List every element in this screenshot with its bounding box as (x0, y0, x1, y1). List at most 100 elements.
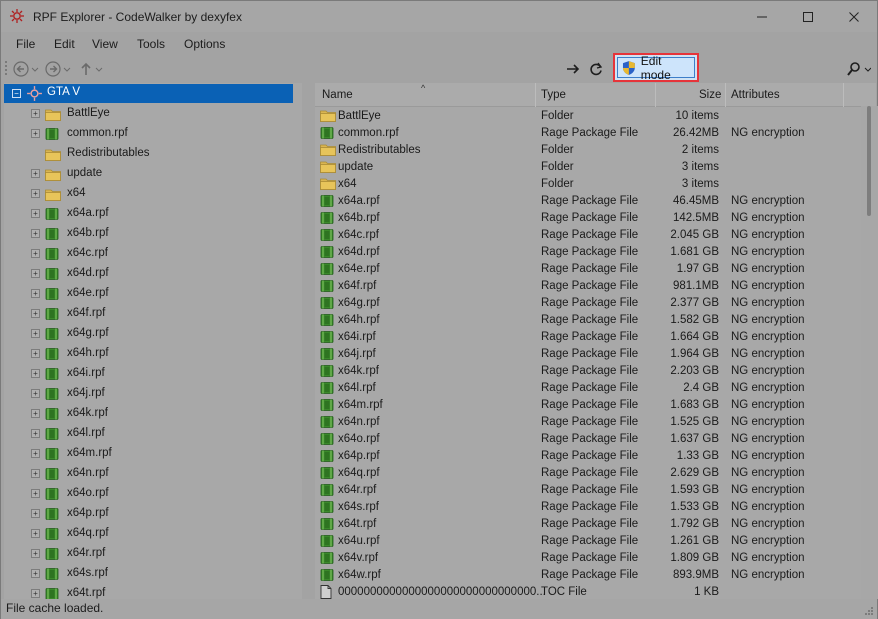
collapse-icon[interactable]: − (12, 89, 21, 98)
pane-splitter[interactable] (303, 83, 315, 599)
expand-icon[interactable]: + (31, 369, 40, 378)
tree-root-item[interactable]: − GTA V (4, 84, 293, 103)
list-row[interactable]: Redistributables Folder 2 items (315, 142, 860, 159)
back-button[interactable] (11, 59, 41, 78)
list-row[interactable]: 0000000000000000000000000000000... TOC Fi… (315, 584, 860, 599)
tree-item[interactable]: + x64j.rpf (4, 384, 302, 404)
expand-icon[interactable]: + (31, 429, 40, 438)
list-row[interactable]: update Folder 3 items (315, 159, 860, 176)
list-row[interactable]: common.rpf Rage Package File 26.42MB NG enc… (315, 125, 860, 142)
expand-icon[interactable]: + (31, 509, 40, 518)
tree-item[interactable]: Redistributables (4, 144, 302, 164)
expand-icon[interactable]: + (31, 309, 40, 318)
tree-item[interactable]: + BattlEye (4, 104, 302, 124)
list-row[interactable]: x64c.rpf Rage Package File 2.045 GB NG encr… (315, 227, 860, 244)
tree-item[interactable]: + x64d.rpf (4, 264, 302, 284)
expand-icon[interactable]: + (31, 389, 40, 398)
expand-icon[interactable]: + (31, 109, 40, 118)
expand-icon[interactable]: + (31, 589, 40, 598)
expand-icon[interactable]: + (31, 269, 40, 278)
scroll-thumb[interactable] (867, 106, 871, 216)
up-button[interactable] (75, 59, 105, 78)
list-row[interactable]: x64k.rpf Rage Package File 2.203 GB NG encr… (315, 363, 860, 380)
expand-icon[interactable]: + (31, 569, 40, 578)
file-list[interactable]: ^ Name Type Size Attributes BattlEye Fold… (315, 83, 876, 599)
go-button[interactable] (564, 59, 582, 78)
list-row[interactable]: x64q.rpf Rage Package File 2.629 GB NG encr… (315, 465, 860, 482)
resize-grip-icon[interactable] (864, 606, 874, 616)
list-row[interactable]: x64a.rpf Rage Package File 46.45MB NG encry… (315, 193, 860, 210)
tree-item[interactable]: + x64p.rpf (4, 504, 302, 524)
tree-item[interactable]: + x64t.rpf (4, 584, 302, 599)
list-row[interactable]: x64t.rpf Rage Package File 1.792 GB NG encr… (315, 516, 860, 533)
list-row[interactable]: x64v.rpf Rage Package File 1.809 GB NG encr… (315, 550, 860, 567)
list-row[interactable]: x64f.rpf Rage Package File 981.1MB NG encry… (315, 278, 860, 295)
menu-tools[interactable]: Tools (137, 37, 165, 51)
column-divider[interactable] (535, 83, 536, 107)
list-row[interactable]: x64r.rpf Rage Package File 1.593 GB NG encr… (315, 482, 860, 499)
expand-icon[interactable]: + (31, 329, 40, 338)
list-row[interactable]: x64e.rpf Rage Package File 1.97 GB NG encry… (315, 261, 860, 278)
column-type[interactable]: Type (541, 89, 566, 101)
refresh-button[interactable] (587, 59, 605, 78)
tree-item[interactable]: + x64b.rpf (4, 224, 302, 244)
menu-view[interactable]: View (92, 37, 118, 51)
tree-item[interactable]: + x64g.rpf (4, 324, 302, 344)
list-row[interactable]: x64l.rpf Rage Package File 2.4 GB NG encryp… (315, 380, 860, 397)
expand-icon[interactable]: + (31, 449, 40, 458)
list-row[interactable]: x64h.rpf Rage Package File 1.582 GB NG encr… (315, 312, 860, 329)
expand-icon[interactable]: + (31, 129, 40, 138)
tree-item[interactable]: + x64n.rpf (4, 464, 302, 484)
minimize-button[interactable] (739, 1, 785, 32)
expand-icon[interactable]: + (31, 209, 40, 218)
expand-icon[interactable]: + (31, 549, 40, 558)
expand-icon[interactable]: + (31, 529, 40, 538)
tree-item[interactable]: + x64 (4, 184, 302, 204)
tree-item[interactable]: + x64s.rpf (4, 564, 302, 584)
list-row[interactable]: x64i.rpf Rage Package File 1.664 GB NG encr… (315, 329, 860, 346)
column-size[interactable]: Size (699, 89, 721, 101)
tree-item[interactable]: + x64a.rpf (4, 204, 302, 224)
list-row[interactable]: x64s.rpf Rage Package File 1.533 GB NG encr… (315, 499, 860, 516)
tree-item[interactable]: + x64i.rpf (4, 364, 302, 384)
vertical-scrollbar[interactable] (861, 106, 878, 599)
list-row[interactable]: x64m.rpf Rage Package File 1.683 GB NG encr… (315, 397, 860, 414)
list-row[interactable]: x64j.rpf Rage Package File 1.964 GB NG encr… (315, 346, 860, 363)
folder-tree[interactable]: + BattlEye + common.rpf Redistributables + upd… (4, 83, 302, 599)
list-row[interactable]: x64d.rpf Rage Package File 1.681 GB NG encr… (315, 244, 860, 261)
tree-item[interactable]: + x64h.rpf (4, 344, 302, 364)
column-divider[interactable] (655, 83, 656, 107)
tree-item[interactable]: + update (4, 164, 302, 184)
close-button[interactable] (831, 1, 877, 32)
tree-item[interactable]: + x64k.rpf (4, 404, 302, 424)
list-row[interactable]: BattlEye Folder 10 items (315, 108, 860, 125)
column-divider[interactable] (725, 83, 726, 107)
list-row[interactable]: x64n.rpf Rage Package File 1.525 GB NG encr… (315, 414, 860, 431)
tree-item[interactable]: + x64f.rpf (4, 304, 302, 324)
expand-icon[interactable]: + (31, 189, 40, 198)
expand-icon[interactable]: + (31, 229, 40, 238)
expand-icon[interactable]: + (31, 469, 40, 478)
expand-icon[interactable]: + (31, 349, 40, 358)
list-row[interactable]: x64g.rpf Rage Package File 2.377 GB NG encr… (315, 295, 860, 312)
column-attributes[interactable]: Attributes (731, 89, 780, 101)
tree-item[interactable]: + x64e.rpf (4, 284, 302, 304)
tree-item[interactable]: + x64l.rpf (4, 424, 302, 444)
expand-icon[interactable]: + (31, 409, 40, 418)
column-divider[interactable] (843, 83, 844, 107)
tree-item[interactable]: + common.rpf (4, 124, 302, 144)
maximize-button[interactable] (785, 1, 831, 32)
column-name[interactable]: Name (322, 89, 353, 101)
tree-item[interactable]: + x64m.rpf (4, 444, 302, 464)
menu-options[interactable]: Options (184, 37, 225, 51)
menu-edit[interactable]: Edit (54, 37, 75, 51)
tree-item[interactable]: + x64r.rpf (4, 544, 302, 564)
list-row[interactable]: x64o.rpf Rage Package File 1.637 GB NG encr… (315, 431, 860, 448)
search-button[interactable] (843, 59, 873, 78)
list-row[interactable]: x64b.rpf Rage Package File 142.5MB NG encry… (315, 210, 860, 227)
list-row[interactable]: x64w.rpf Rage Package File 893.9MB NG encry… (315, 567, 860, 584)
expand-icon[interactable]: + (31, 249, 40, 258)
menu-file[interactable]: File (16, 37, 35, 51)
expand-icon[interactable]: + (31, 289, 40, 298)
tree-item[interactable]: + x64c.rpf (4, 244, 302, 264)
